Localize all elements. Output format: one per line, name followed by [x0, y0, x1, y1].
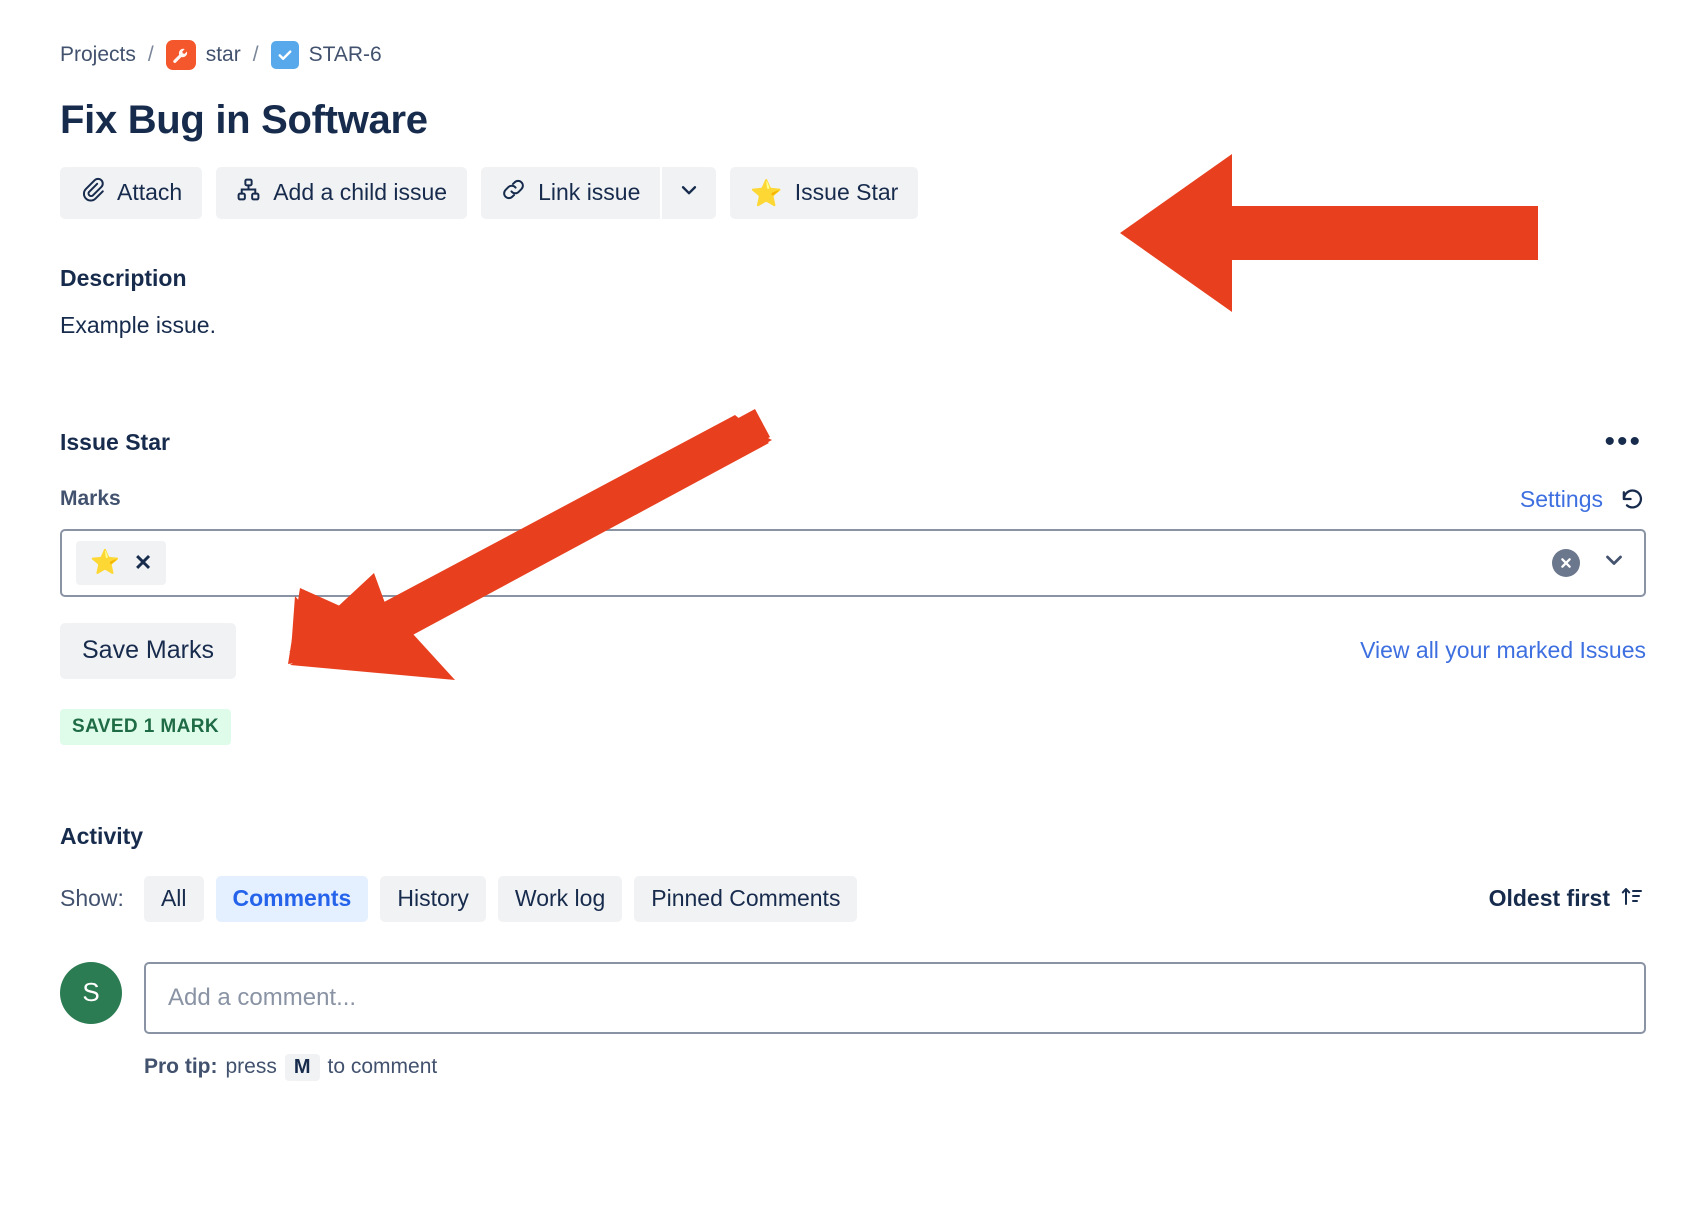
issue-page: Projects / star / STAR-6 Fix Bug in Soft… [0, 0, 1706, 1081]
breadcrumb: Projects / star / STAR-6 [60, 38, 1646, 72]
tab-pinned-comments[interactable]: Pinned Comments [634, 875, 858, 922]
save-marks-button[interactable]: Save Marks [60, 622, 236, 679]
issue-star-panel: Issue Star ••• Marks Settings ⭐ ✕ Save M… [60, 427, 1646, 745]
attach-label: Attach [117, 179, 183, 206]
save-marks-row: Save Marks View all your marked Issues [60, 622, 1646, 679]
show-label: Show: [60, 885, 124, 912]
link-issue-label: Link issue [538, 179, 641, 206]
comment-column: Pro tip: press M to comment [144, 961, 1646, 1081]
issue-action-toolbar: Attach Add a child issue Link issue ⭐ Is… [60, 166, 1646, 219]
description-body: Example issue. [60, 311, 216, 338]
activity-section: Activity Show: All Comments History Work… [60, 823, 1646, 1081]
avatar: S [60, 961, 122, 1024]
chevron-down-icon[interactable] [1602, 548, 1626, 577]
activity-filter-bar: Show: All Comments History Work log Pinn… [60, 875, 1646, 922]
pro-tip-mid: press [225, 1055, 277, 1079]
tab-history[interactable]: History [380, 875, 486, 922]
breadcrumb-project-name[interactable]: star [206, 43, 241, 67]
pro-tip-suffix: to comment [327, 1055, 438, 1079]
chevron-down-icon [678, 179, 700, 207]
add-child-issue-button[interactable]: Add a child issue [216, 166, 468, 219]
breadcrumb-separator-1: / [147, 43, 154, 66]
marks-row: Marks Settings [60, 486, 1646, 513]
remove-mark-icon[interactable]: ✕ [134, 551, 152, 574]
star-emoji-icon: ⭐ [90, 548, 120, 576]
refresh-counterclockwise-icon[interactable] [1619, 486, 1646, 513]
more-horizontal-icon[interactable]: ••• [1600, 427, 1646, 457]
breadcrumb-projects[interactable]: Projects [60, 43, 136, 67]
marks-select-actions [1552, 548, 1626, 577]
link-issue-button[interactable]: Link issue [481, 166, 661, 219]
hierarchy-icon [236, 177, 261, 208]
chain-link-icon [501, 177, 526, 208]
attach-button[interactable]: Attach [60, 166, 203, 219]
tab-comments[interactable]: Comments [215, 875, 369, 922]
breadcrumb-separator-2: / [252, 43, 259, 66]
pro-tip: Pro tip: press M to comment [144, 1053, 1646, 1081]
task-check-icon [270, 41, 299, 69]
marks-settings-group: Settings [1520, 486, 1646, 513]
clear-circle-icon[interactable] [1552, 548, 1580, 577]
settings-link[interactable]: Settings [1520, 486, 1603, 513]
description-heading: Description [60, 264, 187, 291]
tab-work-log[interactable]: Work log [497, 875, 623, 922]
sort-ascending-icon [1620, 884, 1644, 914]
activity-heading: Activity [60, 822, 144, 849]
sort-order-label: Oldest first [1488, 885, 1610, 912]
marks-label: Marks [60, 487, 121, 511]
sort-order-button[interactable]: Oldest first [1487, 878, 1646, 920]
add-comment-row: S Pro tip: press M to comment [60, 961, 1646, 1081]
link-issue-split-button: Link issue [481, 166, 717, 219]
paperclip-icon [80, 177, 105, 208]
activity-filter-group: Show: All Comments History Work log Pinn… [60, 875, 858, 922]
pro-tip-prefix: Pro tip: [144, 1055, 218, 1079]
issue-star-button[interactable]: ⭐ Issue Star [730, 166, 919, 219]
breadcrumb-issue-key[interactable]: STAR-6 [309, 43, 382, 67]
tab-all[interactable]: All [143, 875, 204, 922]
mark-chip-star[interactable]: ⭐ ✕ [76, 540, 167, 585]
link-issue-dropdown-button[interactable] [662, 166, 717, 219]
issue-star-button-label: Issue Star [794, 179, 899, 206]
page-title: Fix Bug in Software [60, 98, 428, 142]
status-badge: SAVED 1 MARK [60, 708, 231, 745]
view-all-marked-issues-link[interactable]: View all your marked Issues [1360, 637, 1646, 664]
star-emoji-icon: ⭐ [750, 177, 783, 208]
marks-select-field[interactable]: ⭐ ✕ [60, 528, 1646, 597]
issue-star-panel-title: Issue Star [60, 428, 170, 455]
issue-star-panel-header: Issue Star ••• [60, 427, 1646, 457]
add-child-issue-label: Add a child issue [273, 179, 448, 206]
pro-tip-key: M [284, 1053, 320, 1081]
comment-input[interactable] [144, 961, 1646, 1034]
wrench-icon [165, 40, 196, 70]
